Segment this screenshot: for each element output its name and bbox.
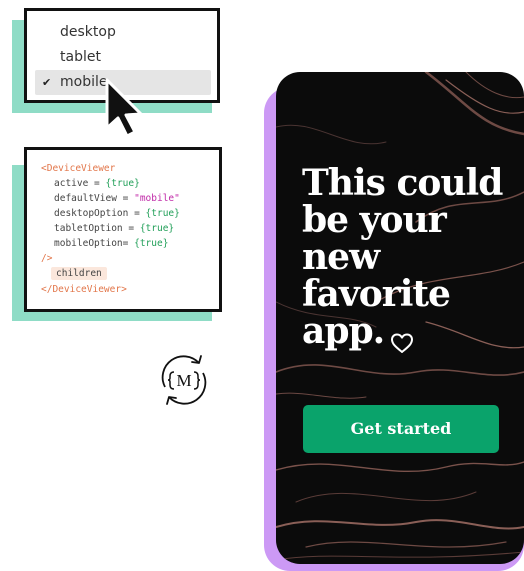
code-prop-line: defaultView = "mobile" [54, 193, 180, 205]
children-chip: children [51, 267, 107, 280]
prop-eq: = [116, 193, 135, 204]
heart-outline-icon [391, 333, 413, 353]
prop-eq: = [128, 208, 146, 219]
logo-letter: M [176, 371, 191, 390]
headline-line: This could [302, 162, 503, 204]
headline-line: favorite [302, 273, 451, 315]
code-close-tag: </DeviceViewer> [41, 284, 127, 295]
code-self-close: /> [41, 253, 53, 264]
sync-logo-icon: M [161, 355, 207, 405]
prop-value: {true} [134, 238, 169, 249]
prop-eq: = [88, 178, 106, 189]
prop-name: desktopOption [54, 208, 129, 219]
prop-value: {true} [105, 178, 140, 189]
get-started-button[interactable]: Get started [303, 405, 499, 453]
option-desktop[interactable]: desktop [35, 20, 211, 45]
prop-eq: = [122, 238, 135, 249]
option-label: tablet [60, 49, 101, 65]
prop-value: {true} [145, 208, 180, 219]
code-prop-line: active = {true} [54, 178, 140, 190]
checkmark-icon: ✔ [42, 76, 52, 89]
code-snippet-panel: <DeviceViewer active = {true} defaultVie… [24, 147, 222, 312]
code-prop-line: desktopOption = {true} [54, 208, 180, 220]
mouse-pointer-icon [105, 78, 143, 138]
phone-screen: This could be your new favorite app. Get… [276, 72, 524, 564]
prop-name: defaultView [54, 193, 117, 204]
prop-name: active [54, 178, 89, 189]
option-label: desktop [60, 24, 116, 40]
prop-value: {true} [139, 223, 175, 234]
code-open-tag: <DeviceViewer [41, 163, 116, 174]
prop-name: mobileOption [54, 238, 123, 249]
headline-line: be your [302, 199, 447, 241]
prop-name: tabletOption [54, 223, 123, 234]
option-tablet[interactable]: tablet [35, 45, 211, 70]
prop-value: "mobile" [134, 193, 180, 204]
code-prop-line: tabletOption = {true} [54, 223, 174, 235]
prop-eq: = [122, 223, 140, 234]
hero-headline: This could be your new favorite app. [302, 165, 517, 350]
code-prop-line: mobileOption= {true} [54, 238, 168, 250]
code-children-line: children [51, 267, 107, 280]
headline-line: new [302, 236, 380, 278]
